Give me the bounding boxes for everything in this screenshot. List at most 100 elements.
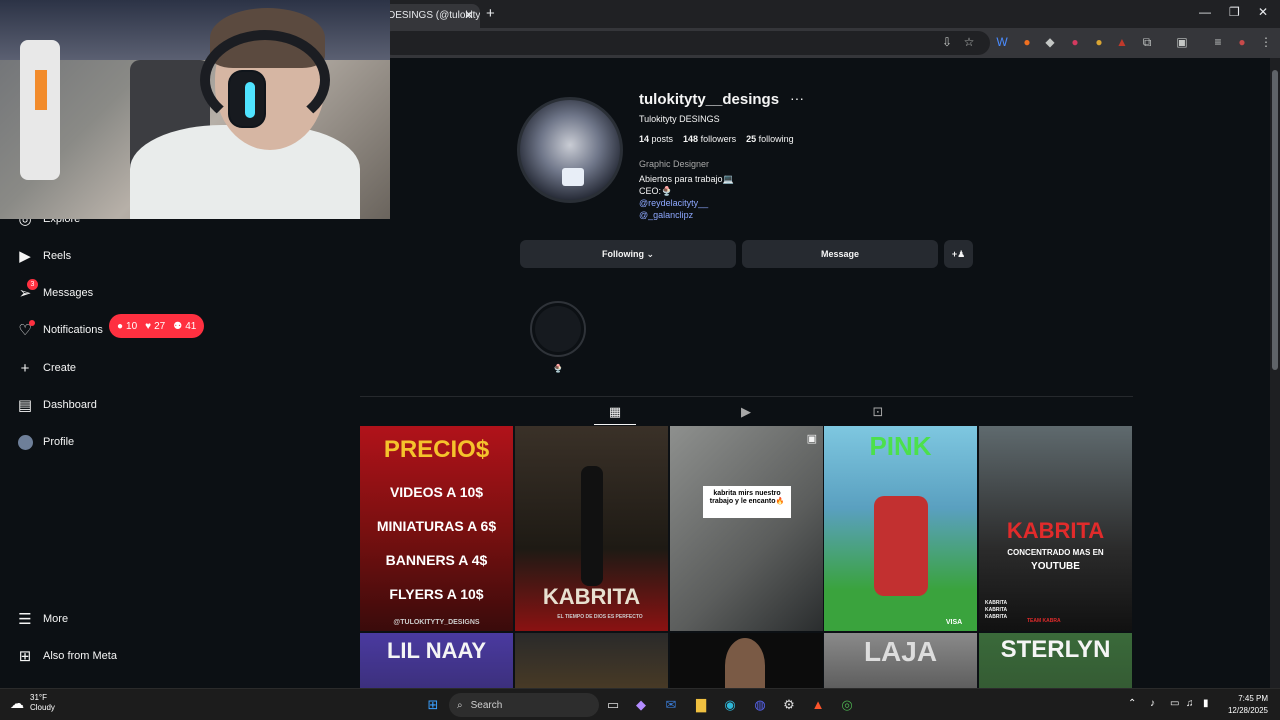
following-button[interactable]: Following ⌄	[520, 240, 736, 268]
messages-badge: 3	[27, 279, 38, 290]
extension-diamond-icon[interactable]: ◆	[1043, 35, 1057, 49]
tray-overflow-icon[interactable]: ⌃	[1128, 698, 1136, 709]
reading-list-icon[interactable]: ≡	[1211, 35, 1225, 49]
system-clock[interactable]: 7:45 PM 12/28/2025	[1222, 693, 1268, 717]
person-figure	[874, 496, 928, 596]
task-view-icon[interactable]: ▭	[603, 695, 623, 715]
heart-icon: ♥	[145, 320, 152, 332]
copilot-icon[interactable]: ◆	[631, 695, 651, 715]
post-tile[interactable]: LIL NAAY	[360, 633, 513, 689]
sidebar-item-reels[interactable]: ▶ Reels	[16, 241, 71, 271]
posts-grid-icon[interactable]: ▦	[608, 405, 622, 419]
more-options-icon[interactable]: ···	[790, 90, 804, 106]
sidebar-item-label: Create	[43, 362, 77, 374]
address-bar[interactable]	[380, 31, 990, 55]
taskbar-search[interactable]: ⌕ Search	[449, 693, 599, 717]
restore-button[interactable]: ❐	[1229, 5, 1240, 19]
sidebar-item-more[interactable]: ☰ More	[16, 604, 68, 634]
webcam-toy-accent	[35, 70, 47, 110]
volume-icon[interactable]: ♫	[1186, 698, 1194, 709]
extension-red-icon[interactable]: ●	[1068, 35, 1082, 49]
profile-username: tulokityty__desings	[639, 91, 780, 108]
bio-link[interactable]: @reydelacityty__	[639, 198, 708, 208]
notification-summary-pill[interactable]: ● 10 ♥ 27 ⚉ 41	[109, 314, 205, 338]
profile-avatar[interactable]	[517, 97, 623, 203]
brave-icon[interactable]: ▲	[808, 695, 828, 715]
headset-light	[245, 82, 255, 118]
followers-stat[interactable]: 148 followers	[683, 134, 736, 144]
microphone-icon[interactable]: ♪	[1150, 698, 1155, 709]
story-highlight-cover	[535, 306, 581, 352]
file-explorer-icon[interactable]: ▇	[691, 695, 711, 715]
battery-icon[interactable]: ▮	[1203, 698, 1209, 709]
windows-start-icon[interactable]: ⊞	[423, 695, 443, 715]
scrollbar-thumb[interactable]	[1272, 70, 1278, 370]
extension-flame-icon[interactable]: ●	[1020, 35, 1034, 49]
following-stat[interactable]: 25 following	[746, 134, 794, 144]
search-icon: ⌕	[457, 699, 463, 711]
likes-count: ♥ 27	[145, 320, 166, 332]
install-app-icon[interactable]: ⇩	[940, 35, 954, 49]
post-tile[interactable]	[515, 633, 668, 689]
new-tab-button[interactable]: +	[486, 5, 495, 22]
windows-taskbar: ☁ 31°F Cloudy ⊞ ⌕ Search ▭ ◆ ✉ ▇ ◉ ◍ ⚙ ▲ …	[0, 688, 1280, 720]
dashboard-icon: ▤	[17, 397, 33, 414]
cloud-icon: ☁	[10, 694, 24, 711]
comment-icon: ●	[117, 320, 124, 332]
post-tile[interactable]: PINK VISA	[824, 426, 977, 631]
bookmark-star-icon[interactable]: ☆	[962, 35, 976, 49]
heart-icon: ♡	[16, 320, 35, 339]
profile-avatar-icon[interactable]: ●	[1235, 35, 1249, 49]
sidebar-item-label: Dashboard	[43, 399, 97, 411]
post-tile[interactable]: STERLYN	[979, 633, 1132, 689]
reel-indicator-icon: ▣	[806, 433, 817, 445]
plus-icon: +	[20, 359, 30, 377]
suggest-users-button[interactable]: +♟	[944, 240, 973, 268]
reels-icon: ▶	[19, 248, 31, 265]
post-tile[interactable]	[670, 633, 823, 689]
extensions-puzzle-icon[interactable]: ⧉	[1140, 35, 1154, 49]
sidebar-item-label: Reels	[43, 250, 72, 262]
tagged-icon[interactable]: ⊡	[871, 405, 885, 419]
messenger-icon: ➢ 3	[16, 279, 38, 302]
extension-w-icon[interactable]: W	[995, 35, 1009, 49]
chrome-menu-icon[interactable]: ⋮	[1259, 35, 1273, 49]
post-tile[interactable]: PRECIO$ VIDEOS A 10$ MINIATURAS A 6$ BAN…	[360, 426, 513, 631]
tab-close-icon[interactable]: ✕	[464, 8, 474, 22]
post-tile[interactable]: ▣ kabrita mirs nuestro trabajo y le enca…	[670, 426, 823, 631]
sidebar-item-notifications[interactable]: ♡ Notifications	[16, 315, 103, 345]
bio-link[interactable]: @_galanclipz	[639, 210, 693, 220]
profile-tabs: ▦ ▶ ⊡	[360, 396, 1133, 425]
sidebar-item-label: More	[43, 613, 69, 625]
post-tile[interactable]: LAJA	[824, 633, 977, 689]
post-tile[interactable]: KABRITA CONCENTRADO MAS EN YOUTUBE KABRI…	[979, 426, 1132, 631]
minimize-button[interactable]: —	[1199, 5, 1211, 19]
discord-icon[interactable]: ◍	[750, 695, 770, 715]
extension-yellow-icon[interactable]: ●	[1092, 35, 1106, 49]
outlook-icon[interactable]: ✉	[661, 695, 681, 715]
bio-line: CEO:🍨	[639, 186, 673, 196]
edge-icon[interactable]: ◉	[720, 695, 740, 715]
sidebar-item-label: Also from Meta	[43, 650, 117, 662]
browser-tab[interactable]: DESINGS (@tulokity… ✕	[380, 4, 480, 28]
chrome-icon[interactable]: ◎	[837, 695, 857, 715]
profile-category: Graphic Designer	[639, 159, 710, 169]
page-scrollbar[interactable]	[1270, 58, 1280, 688]
sidebar-item-create[interactable]: + Create	[16, 353, 76, 383]
extension-dark-icon[interactable]: ▲	[1115, 35, 1129, 49]
reels-icon[interactable]: ▶	[739, 405, 753, 419]
weather-widget[interactable]: ☁ 31°F Cloudy	[10, 693, 55, 713]
close-window-button[interactable]: ✕	[1258, 5, 1268, 19]
post-tile[interactable]: KABRITA EL TIEMPO DE DIOS ES PERFECTO	[515, 426, 668, 631]
sidebar-item-profile[interactable]: Profile	[16, 427, 74, 457]
meta-apps-icon: ⊞	[18, 648, 32, 665]
posts-grid: PRECIO$ VIDEOS A 10$ MINIATURAS A 6$ BAN…	[360, 426, 1133, 689]
sidebar-item-dashboard[interactable]: ▤ Dashboard	[16, 390, 97, 420]
network-icon[interactable]: ▭	[1170, 698, 1179, 709]
message-button[interactable]: Message	[742, 240, 938, 268]
follows-count: ⚉ 41	[173, 320, 197, 332]
steam-icon[interactable]: ⚙	[779, 695, 799, 715]
sidebar-item-messages[interactable]: ➢ 3 Messages	[16, 278, 93, 308]
sidebar-item-also-from-meta[interactable]: ⊞ Also from Meta	[16, 641, 117, 671]
tab-search-icon[interactable]: ▣	[1175, 35, 1189, 49]
